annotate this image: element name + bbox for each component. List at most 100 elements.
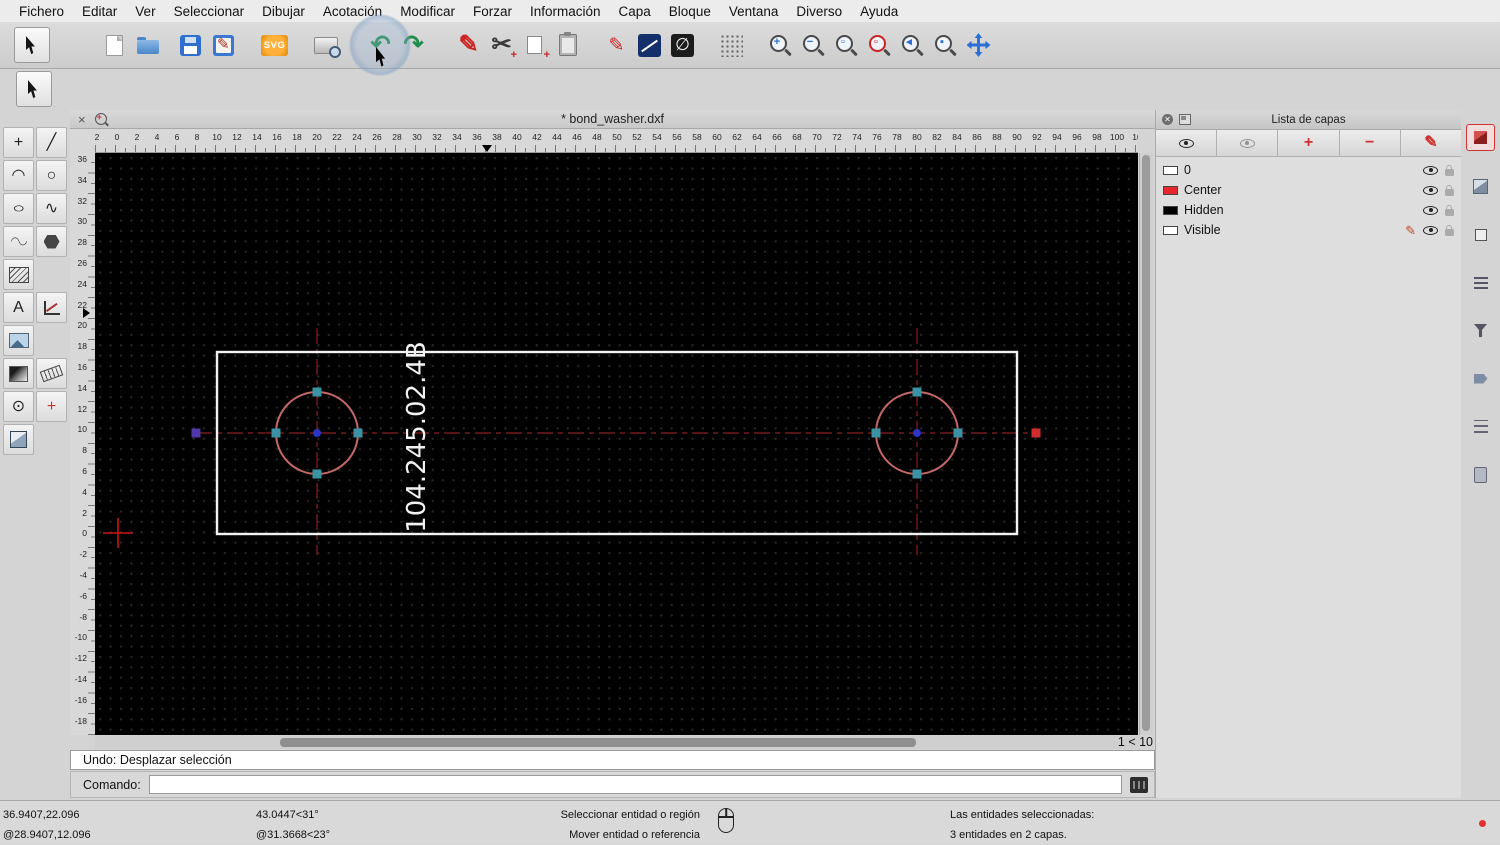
grip-handle-7[interactable] — [953, 428, 963, 438]
layer-lock-icon[interactable] — [1445, 164, 1454, 176]
panel-3d-view[interactable] — [1466, 124, 1495, 151]
zoom-pan-button[interactable] — [962, 27, 995, 63]
hatch-tool[interactable] — [3, 259, 34, 290]
vertical-scrollbar[interactable] — [1139, 153, 1153, 735]
layer-row-hidden[interactable]: Hidden — [1156, 200, 1461, 220]
panel-command-widget[interactable] — [1467, 414, 1494, 439]
grip-handle-6[interactable] — [871, 428, 881, 438]
paste-button[interactable] — [551, 27, 584, 63]
layer-visibility-icon[interactable] — [1423, 225, 1438, 235]
panel-library-browser[interactable] — [1467, 270, 1494, 295]
show-all-layers-button[interactable] — [1156, 130, 1218, 156]
menu-fichero[interactable]: Fichero — [10, 4, 73, 19]
menu-capa[interactable]: Capa — [610, 4, 660, 19]
arc-tool[interactable]: ◠ — [3, 160, 34, 191]
delete-entities-button[interactable]: ✎ — [452, 27, 485, 63]
save-as-button[interactable] — [207, 27, 240, 63]
grip-handle-1[interactable] — [312, 387, 322, 397]
print-preview-button[interactable] — [309, 27, 342, 63]
export-svg-button[interactable]: SVG — [258, 27, 291, 63]
remove-layer-button[interactable]: − — [1339, 130, 1401, 156]
image-tool[interactable] — [3, 325, 34, 356]
grip-handle-3[interactable] — [353, 428, 363, 438]
spline-tool[interactable]: ∿ — [36, 193, 67, 224]
layer-row-center[interactable]: Center — [1156, 180, 1461, 200]
layer-row-0[interactable]: 0 — [1156, 160, 1461, 180]
edit-layer-button[interactable]: ✎ — [1400, 130, 1462, 156]
menu-dibujar[interactable]: Dibujar — [253, 4, 314, 19]
centerline-end-grip[interactable] — [1031, 428, 1041, 438]
zoom-previous-button[interactable]: ◂ — [896, 27, 929, 63]
solid-tool[interactable] — [3, 424, 34, 455]
polyline-tool[interactable]: ◠◡ — [3, 226, 34, 257]
menu-ver[interactable]: Ver — [126, 4, 164, 19]
circle-tool[interactable]: ○ — [36, 160, 67, 191]
properties-button[interactable]: ∅ — [666, 27, 699, 63]
panel-clipboard[interactable] — [1467, 462, 1494, 487]
drawing-canvas[interactable]: 104.245.02.4B — [95, 153, 1138, 735]
selection-pointer-tool[interactable] — [16, 71, 52, 107]
layer-visibility-icon[interactable] — [1423, 185, 1438, 195]
ruler-label: 6 — [82, 466, 87, 476]
panel-pattern[interactable] — [1467, 222, 1494, 247]
centerline-start-grip[interactable] — [191, 428, 201, 438]
new-file-button[interactable] — [98, 27, 131, 63]
menu-forzar[interactable]: Forzar — [464, 4, 521, 19]
line-tool[interactable]: ╱ — [36, 127, 67, 158]
add-layer-button[interactable]: + — [1278, 130, 1340, 156]
grip-handle-2[interactable] — [271, 428, 281, 438]
grip-handle-5[interactable] — [912, 387, 922, 397]
zoom-region-button[interactable]: ▫ — [863, 27, 896, 63]
copy-button[interactable]: + — [518, 27, 551, 63]
center-grip-2[interactable] — [913, 429, 921, 437]
menu-informacion[interactable]: Información — [521, 4, 610, 19]
keyboard-toggle-button[interactable] — [1130, 776, 1148, 793]
layer-lock-icon[interactable] — [1445, 204, 1454, 216]
panel-block-list[interactable] — [1467, 174, 1494, 199]
zoom-in-button[interactable]: + — [764, 27, 797, 63]
select-tool-button[interactable] — [14, 27, 50, 63]
zoom-out-button[interactable]: − — [797, 27, 830, 63]
zoom-region-glyph: ▫ — [874, 35, 878, 48]
attributes-button[interactable]: ✎ — [600, 27, 633, 63]
text-tool[interactable]: A — [3, 292, 34, 323]
menu-seleccionar[interactable]: Seleccionar — [165, 4, 254, 19]
save-button[interactable] — [174, 27, 207, 63]
polygon-tool[interactable] — [36, 226, 67, 257]
menu-bloque[interactable]: Bloque — [660, 4, 720, 19]
vertical-scrollbar-thumb[interactable] — [1142, 155, 1150, 731]
menu-editar[interactable]: Editar — [73, 4, 126, 19]
open-file-button[interactable] — [131, 27, 164, 63]
menu-diverso[interactable]: Diverso — [787, 4, 851, 19]
undo-button[interactable]: ↶ — [349, 14, 411, 76]
hide-all-layers-button[interactable] — [1217, 130, 1279, 156]
ellipse-tool[interactable]: ○ — [3, 193, 34, 224]
layer-visibility-icon[interactable] — [1423, 205, 1438, 215]
panel-filter[interactable] — [1467, 318, 1494, 343]
snap-tool[interactable]: + — [36, 391, 67, 422]
center-grip-1[interactable] — [313, 429, 321, 437]
menu-modificar[interactable]: Modificar — [391, 4, 464, 19]
command-input[interactable] — [148, 775, 1122, 794]
dimension-tool[interactable] — [36, 292, 67, 323]
measure-tool[interactable] — [36, 358, 67, 389]
layer-visibility-icon[interactable] — [1423, 165, 1438, 175]
layer-lock-icon[interactable] — [1445, 184, 1454, 196]
gradient-tool[interactable] — [3, 358, 34, 389]
cut-button[interactable]: ✂ + — [485, 27, 518, 63]
menu-ventana[interactable]: Ventana — [720, 4, 788, 19]
layer-lock-icon[interactable] — [1445, 224, 1454, 236]
zoom-window-button[interactable]: ▪ — [929, 27, 962, 63]
point-tool[interactable]: + — [3, 127, 34, 158]
edit-entity-button[interactable] — [633, 27, 666, 63]
layer-row-visible[interactable]: Visible ✎ — [1156, 220, 1461, 240]
grip-handle-8[interactable] — [912, 469, 922, 479]
horizontal-scrollbar[interactable] — [95, 736, 1140, 749]
panel-tag[interactable] — [1467, 366, 1494, 391]
circle-center-tool[interactable]: ⊙ — [3, 391, 34, 422]
zoom-auto-button[interactable]: ▫ — [830, 27, 863, 63]
grip-handle-4[interactable] — [312, 469, 322, 479]
menu-ayuda[interactable]: Ayuda — [851, 4, 907, 19]
grid-toggle-button[interactable] — [715, 27, 748, 63]
horizontal-scrollbar-thumb[interactable] — [280, 738, 916, 747]
